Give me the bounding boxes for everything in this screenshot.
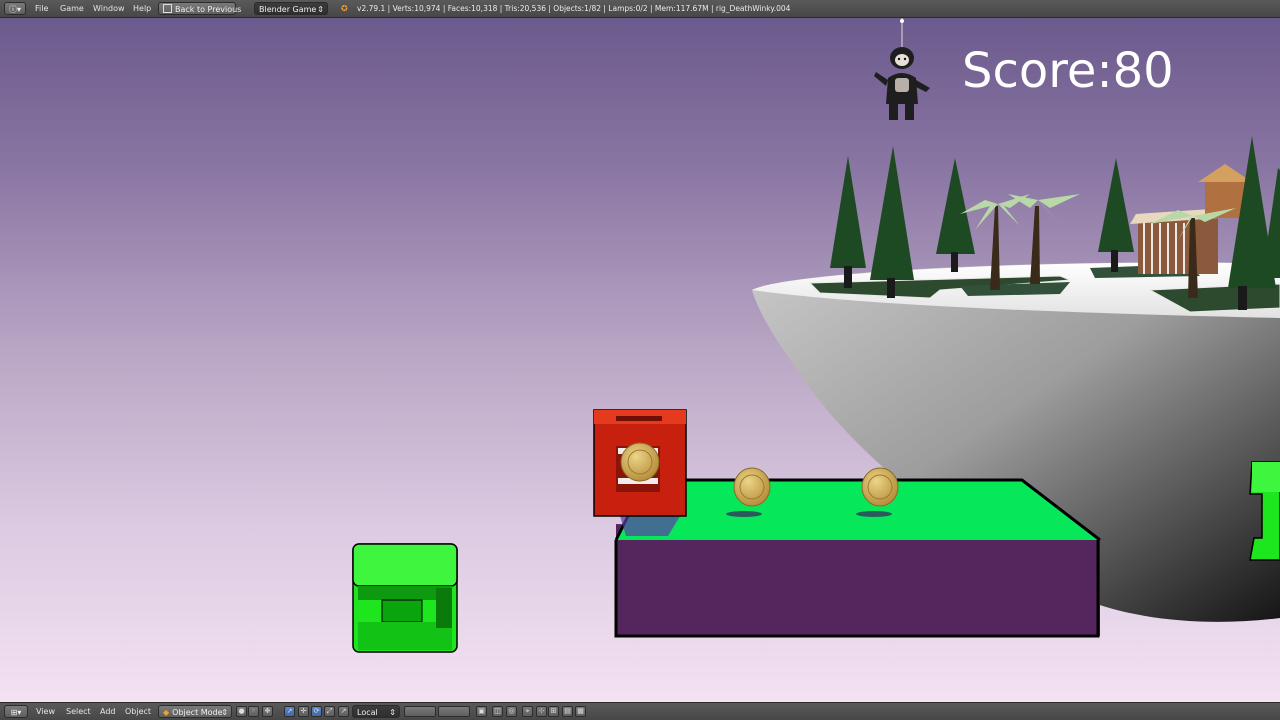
score-label: Score: [962,43,1113,99]
view-editor-type-button[interactable]: ⊞▾ [4,705,28,718]
opengl-render-icon[interactable]: ▤ [562,706,573,717]
viewport-header: ⊞▾ View Select Add Object ◆ Object Mode ⇕ … [0,702,1280,720]
snap-icon[interactable]: ⌖ [522,706,533,717]
grab-icon[interactable]: ✛ [298,706,309,717]
transform-icon[interactable]: ↗ [338,706,349,717]
game-scene [352,18,1280,653]
select-arrows-icon: ⇕ [389,708,396,717]
menu-select[interactable]: Select [66,706,91,718]
manipulator-toggle-icon[interactable]: ✥ [262,706,273,717]
snap-target-icon[interactable]: ⊹ [536,706,547,717]
coin [620,442,660,482]
object-mode-icon: ◆ [163,708,170,717]
menu-add[interactable]: Add [100,706,116,718]
orientation-select[interactable]: Local ⇕ [352,705,400,718]
proportional-edit-icon[interactable]: ◎ [506,706,517,717]
editor-type-button[interactable]: ⓘ▾ [4,2,26,15]
game-viewport[interactable]: Score:80 [0,18,1280,702]
lock-layer-icon[interactable]: ▣ [476,706,487,717]
score-value: 80 [1112,43,1174,99]
coin [733,467,771,507]
select-arrows-icon: ⇕ [221,708,228,717]
orientation-select-value: Local [357,708,378,717]
green-block [352,543,458,653]
engine-select[interactable]: Blender Game ⇕ [254,2,328,15]
layer-grid-icon[interactable] [438,706,470,717]
main-platform [614,478,1101,638]
menu-view[interactable]: View [36,706,55,718]
hanging-character [874,18,930,120]
mode-select-value: Object Mode [172,708,223,717]
engine-select-value: Blender Game [259,5,317,14]
render-icon[interactable]: ◫ [492,706,503,717]
rotate-icon[interactable]: ⟳ [311,706,322,717]
select-arrows-icon: ⇕ [317,5,324,14]
back-icon [163,4,172,13]
snap-element-icon[interactable]: ⊞ [548,706,559,717]
scale-icon[interactable]: ⤢ [324,706,335,717]
menu-object[interactable]: Object [125,706,151,718]
menu-game[interactable]: Game [60,3,84,15]
menu-file[interactable]: File [35,3,48,15]
menu-help[interactable]: Help [133,3,151,15]
back-to-previous-label: Back to Previous [175,5,242,14]
translate-icon[interactable]: ↗ [284,706,295,717]
coin [861,467,899,507]
info-header: ⓘ▾ File Game Window Help Back to Previou… [0,0,1280,18]
render-animation-icon[interactable]: ▦ [575,706,586,717]
menu-window[interactable]: Window [93,3,125,15]
score-display: Score:80 [962,44,1174,98]
pivot-icon[interactable]: ◦ [248,706,259,717]
shading-icon[interactable]: ● [236,706,247,717]
scene-stats: v2.79.1 | Verts:10,974 | Faces:10,318 | … [357,4,791,13]
layer-grid-icon[interactable] [404,706,436,717]
back-to-previous-button[interactable]: Back to Previous [158,2,241,15]
blender-logo-icon: ✪ [341,4,348,13]
mode-select[interactable]: ◆ Object Mode ⇕ [158,705,232,718]
